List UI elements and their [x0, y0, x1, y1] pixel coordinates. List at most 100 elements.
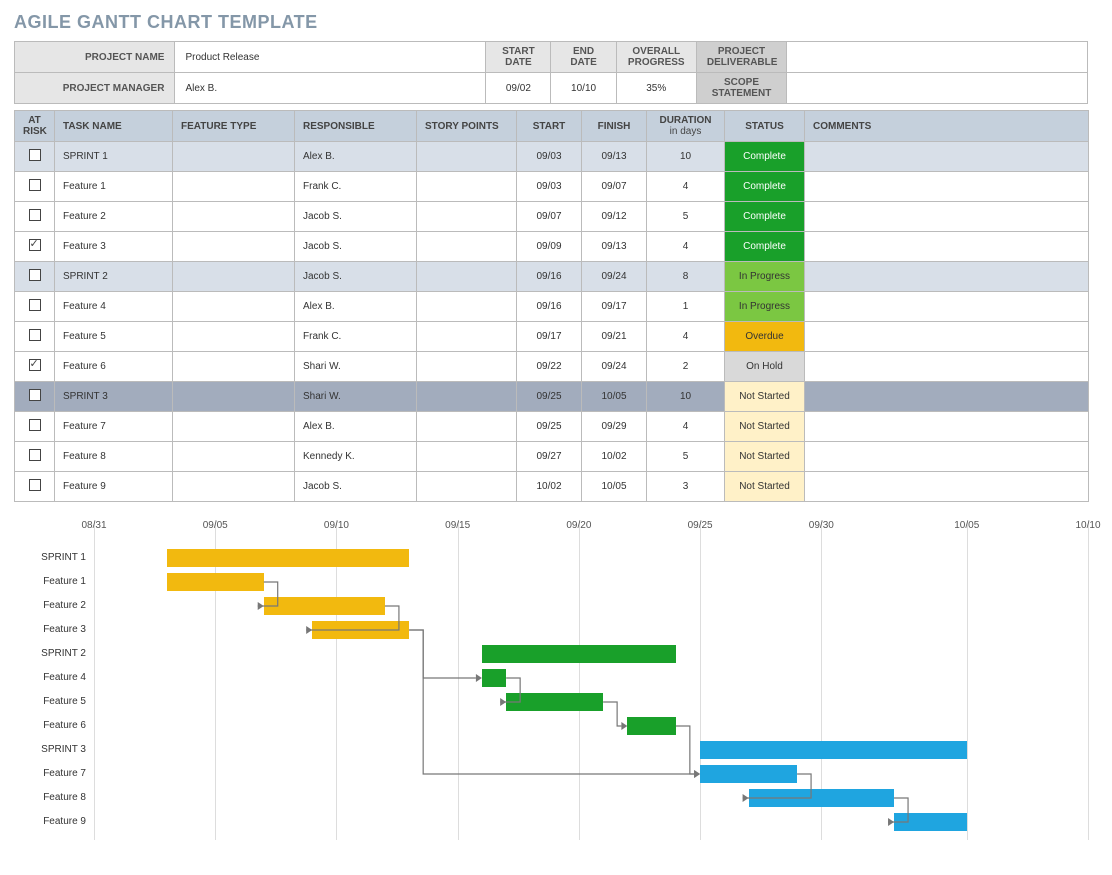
- story-points[interactable]: [417, 322, 517, 352]
- status[interactable]: Complete: [725, 172, 805, 202]
- task-row[interactable]: Feature 3Jacob S.09/0909/134Complete: [15, 232, 1089, 262]
- status[interactable]: Complete: [725, 232, 805, 262]
- at-risk-checkbox[interactable]: [15, 472, 55, 502]
- finish[interactable]: 09/21: [582, 322, 647, 352]
- comments[interactable]: [805, 352, 1089, 382]
- status[interactable]: Not Started: [725, 382, 805, 412]
- task-row[interactable]: Feature 6Shari W.09/2209/242On Hold: [15, 352, 1089, 382]
- project-deliverable[interactable]: [787, 42, 1088, 73]
- start[interactable]: 09/25: [517, 382, 582, 412]
- comments[interactable]: [805, 202, 1089, 232]
- scope-statement[interactable]: [787, 73, 1088, 104]
- finish[interactable]: 09/24: [582, 262, 647, 292]
- finish[interactable]: 09/07: [582, 172, 647, 202]
- finish[interactable]: 09/17: [582, 292, 647, 322]
- task-row[interactable]: SPRINT 3Shari W.09/2510/0510Not Started: [15, 382, 1089, 412]
- story-points[interactable]: [417, 472, 517, 502]
- responsible[interactable]: Jacob S.: [295, 472, 417, 502]
- feature-type[interactable]: [173, 322, 295, 352]
- start[interactable]: 09/25: [517, 412, 582, 442]
- at-risk-checkbox[interactable]: [15, 262, 55, 292]
- gantt-bar[interactable]: [627, 717, 675, 735]
- comments[interactable]: [805, 442, 1089, 472]
- task-row[interactable]: Feature 2Jacob S.09/0709/125Complete: [15, 202, 1089, 232]
- start-date[interactable]: 09/02: [486, 73, 551, 104]
- finish[interactable]: 09/13: [582, 232, 647, 262]
- feature-type[interactable]: [173, 262, 295, 292]
- finish[interactable]: 09/12: [582, 202, 647, 232]
- responsible[interactable]: Jacob S.: [295, 202, 417, 232]
- comments[interactable]: [805, 292, 1089, 322]
- comments[interactable]: [805, 412, 1089, 442]
- finish[interactable]: 10/02: [582, 442, 647, 472]
- at-risk-checkbox[interactable]: [15, 442, 55, 472]
- overall-progress[interactable]: 35%: [616, 73, 696, 104]
- gantt-bar[interactable]: [167, 549, 409, 567]
- responsible[interactable]: Shari W.: [295, 382, 417, 412]
- story-points[interactable]: [417, 352, 517, 382]
- at-risk-checkbox[interactable]: [15, 142, 55, 172]
- story-points[interactable]: [417, 142, 517, 172]
- gantt-bar[interactable]: [167, 573, 264, 591]
- task-row[interactable]: SPRINT 1Alex B.09/0309/1310Complete: [15, 142, 1089, 172]
- start[interactable]: 09/16: [517, 262, 582, 292]
- status[interactable]: Overdue: [725, 322, 805, 352]
- status[interactable]: In Progress: [725, 262, 805, 292]
- start[interactable]: 09/27: [517, 442, 582, 472]
- story-points[interactable]: [417, 172, 517, 202]
- at-risk-checkbox[interactable]: [15, 412, 55, 442]
- start[interactable]: 09/03: [517, 142, 582, 172]
- status[interactable]: Not Started: [725, 412, 805, 442]
- start[interactable]: 09/09: [517, 232, 582, 262]
- start[interactable]: 09/07: [517, 202, 582, 232]
- gantt-bar[interactable]: [700, 765, 797, 783]
- start[interactable]: 09/16: [517, 292, 582, 322]
- task-row[interactable]: Feature 9Jacob S.10/0210/053Not Started: [15, 472, 1089, 502]
- story-points[interactable]: [417, 262, 517, 292]
- story-points[interactable]: [417, 442, 517, 472]
- end-date[interactable]: 10/10: [551, 73, 616, 104]
- story-points[interactable]: [417, 382, 517, 412]
- status[interactable]: Not Started: [725, 472, 805, 502]
- status[interactable]: Not Started: [725, 442, 805, 472]
- comments[interactable]: [805, 262, 1089, 292]
- feature-type[interactable]: [173, 202, 295, 232]
- gantt-bar[interactable]: [482, 645, 676, 663]
- story-points[interactable]: [417, 202, 517, 232]
- at-risk-checkbox[interactable]: [15, 172, 55, 202]
- feature-type[interactable]: [173, 412, 295, 442]
- start[interactable]: 09/22: [517, 352, 582, 382]
- feature-type[interactable]: [173, 472, 295, 502]
- project-name[interactable]: Product Release: [175, 42, 486, 73]
- gantt-bar[interactable]: [700, 741, 967, 759]
- responsible[interactable]: Frank C.: [295, 322, 417, 352]
- finish[interactable]: 10/05: [582, 472, 647, 502]
- gantt-bar[interactable]: [749, 789, 894, 807]
- story-points[interactable]: [417, 232, 517, 262]
- responsible[interactable]: Jacob S.: [295, 262, 417, 292]
- task-row[interactable]: Feature 7Alex B.09/2509/294Not Started: [15, 412, 1089, 442]
- gantt-bar[interactable]: [506, 693, 603, 711]
- task-row[interactable]: Feature 8Kennedy K.09/2710/025Not Starte…: [15, 442, 1089, 472]
- gantt-bar[interactable]: [482, 669, 506, 687]
- finish[interactable]: 09/29: [582, 412, 647, 442]
- gantt-bar[interactable]: [312, 621, 409, 639]
- feature-type[interactable]: [173, 382, 295, 412]
- responsible[interactable]: Kennedy K.: [295, 442, 417, 472]
- feature-type[interactable]: [173, 172, 295, 202]
- task-row[interactable]: Feature 5Frank C.09/1709/214Overdue: [15, 322, 1089, 352]
- feature-type[interactable]: [173, 292, 295, 322]
- finish[interactable]: 09/24: [582, 352, 647, 382]
- at-risk-checkbox[interactable]: [15, 232, 55, 262]
- responsible[interactable]: Alex B.: [295, 292, 417, 322]
- feature-type[interactable]: [173, 352, 295, 382]
- at-risk-checkbox[interactable]: [15, 322, 55, 352]
- comments[interactable]: [805, 382, 1089, 412]
- start[interactable]: 10/02: [517, 472, 582, 502]
- at-risk-checkbox[interactable]: [15, 202, 55, 232]
- at-risk-checkbox[interactable]: [15, 352, 55, 382]
- gantt-bar[interactable]: [264, 597, 385, 615]
- responsible[interactable]: Alex B.: [295, 142, 417, 172]
- comments[interactable]: [805, 472, 1089, 502]
- responsible[interactable]: Shari W.: [295, 352, 417, 382]
